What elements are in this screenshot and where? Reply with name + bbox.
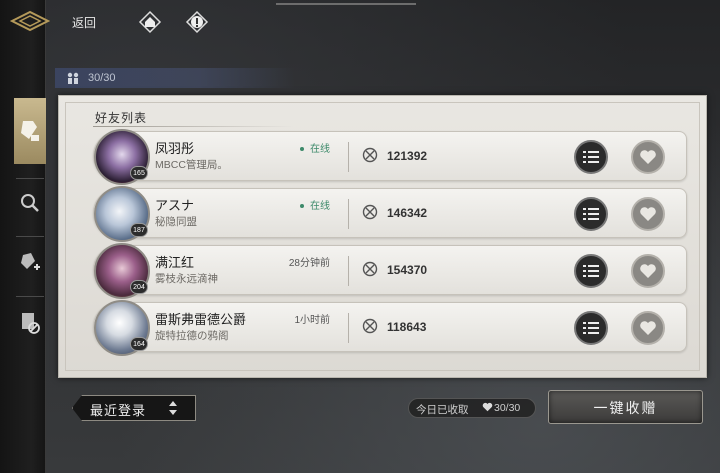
friends-card-icon bbox=[21, 121, 39, 141]
friend-row[interactable]: 187 アスナ 秘隐同盟 在线 146342 bbox=[93, 186, 687, 242]
list-icon bbox=[583, 322, 599, 334]
row-divider bbox=[348, 313, 349, 343]
friend-guild: MBCC管理局。 bbox=[155, 159, 228, 171]
list-icon bbox=[583, 151, 599, 163]
title-underline bbox=[93, 126, 293, 127]
uid-icon bbox=[362, 204, 378, 220]
sort-toggle-icon[interactable] bbox=[168, 399, 178, 417]
rail-tab-blacklist[interactable] bbox=[14, 302, 46, 344]
search-icon bbox=[21, 194, 39, 212]
row-divider bbox=[348, 256, 349, 286]
send-gift-button[interactable] bbox=[631, 140, 665, 174]
level-badge: 204 bbox=[130, 280, 148, 294]
list-icon bbox=[583, 208, 599, 220]
heart-icon bbox=[482, 402, 493, 412]
details-button[interactable] bbox=[574, 254, 608, 288]
friend-name: 满江红 bbox=[155, 255, 195, 270]
received-count: 30/30 bbox=[494, 402, 521, 414]
side-rail bbox=[0, 0, 50, 473]
rail-tab-add-friend[interactable] bbox=[14, 242, 46, 284]
details-button[interactable] bbox=[574, 311, 608, 345]
row-divider bbox=[348, 142, 349, 172]
friend-guild: 旋特拉德の鸦阁 bbox=[155, 330, 229, 342]
last-online-status: 28分钟前 bbox=[288, 258, 330, 269]
rail-separator bbox=[16, 236, 44, 237]
info-icon bbox=[185, 10, 209, 34]
heart-send-icon bbox=[640, 207, 656, 221]
blacklist-icon bbox=[22, 313, 40, 334]
friend-name: 雷斯弗雷德公爵 bbox=[155, 312, 247, 327]
online-dot-icon bbox=[300, 204, 304, 209]
top-indicator bbox=[276, 3, 416, 5]
home-icon bbox=[138, 10, 162, 34]
friend-guild: 雾枝永远滴神 bbox=[155, 273, 218, 285]
online-status: 在线 bbox=[300, 197, 330, 212]
friend-count: 30/30 bbox=[88, 72, 116, 84]
uid-icon bbox=[362, 318, 378, 334]
uid-icon bbox=[362, 147, 378, 163]
send-gift-button[interactable] bbox=[631, 311, 665, 345]
friend-name: アスナ bbox=[155, 198, 195, 213]
rail-separator bbox=[16, 296, 44, 297]
friend-name: 凤羽彤 bbox=[155, 141, 195, 156]
rail-separator bbox=[16, 178, 44, 179]
online-status: 在线 bbox=[300, 140, 330, 155]
game-logo-icon bbox=[10, 10, 50, 32]
send-gift-button[interactable] bbox=[631, 197, 665, 231]
friend-row[interactable]: 164 雷斯弗雷德公爵 旋特拉德の鸦阁 1小时前 118643 bbox=[93, 300, 687, 356]
friend-list-panel: 好友列表 165 凤羽彤 MBCC管理局。 在线 121392 187 アスナ … bbox=[58, 95, 707, 378]
received-label: 今日已收取 bbox=[416, 404, 469, 416]
back-button[interactable]: 返回 bbox=[72, 14, 96, 31]
people-icon bbox=[67, 72, 79, 84]
info-button[interactable] bbox=[185, 10, 209, 34]
friend-uid: 146342 bbox=[387, 206, 428, 220]
panel-title: 好友列表 bbox=[95, 111, 148, 125]
level-badge: 165 bbox=[130, 166, 148, 180]
home-button[interactable] bbox=[138, 10, 162, 34]
details-button[interactable] bbox=[574, 140, 608, 174]
heart-send-icon bbox=[640, 150, 656, 164]
friend-uid: 154370 bbox=[387, 263, 428, 277]
sort-label[interactable]: 最近登录 bbox=[90, 400, 146, 419]
uid-icon bbox=[362, 261, 378, 277]
friend-uid: 118643 bbox=[387, 320, 427, 334]
online-dot-icon bbox=[300, 147, 304, 152]
heart-send-icon bbox=[640, 321, 656, 335]
friend-guild: 秘隐同盟 bbox=[155, 216, 197, 228]
rail-tab-friends[interactable] bbox=[14, 98, 46, 164]
rail-tab-search[interactable] bbox=[14, 182, 46, 224]
friend-row[interactable]: 204 满江红 雾枝永远滴神 28分钟前 154370 bbox=[93, 243, 687, 299]
heart-send-icon bbox=[640, 264, 656, 278]
friend-row[interactable]: 165 凤羽彤 MBCC管理局。 在线 121392 bbox=[93, 129, 687, 185]
row-divider bbox=[348, 199, 349, 229]
details-button[interactable] bbox=[574, 197, 608, 231]
friend-uid: 121392 bbox=[387, 149, 428, 163]
list-icon bbox=[583, 265, 599, 277]
send-gift-button[interactable] bbox=[631, 254, 665, 288]
collect-all-label[interactable]: 一键收赠 bbox=[548, 398, 703, 418]
level-badge: 164 bbox=[130, 337, 148, 351]
last-online-status: 1小时前 bbox=[294, 315, 330, 326]
add-friend-icon bbox=[21, 253, 40, 270]
level-badge: 187 bbox=[130, 223, 148, 237]
